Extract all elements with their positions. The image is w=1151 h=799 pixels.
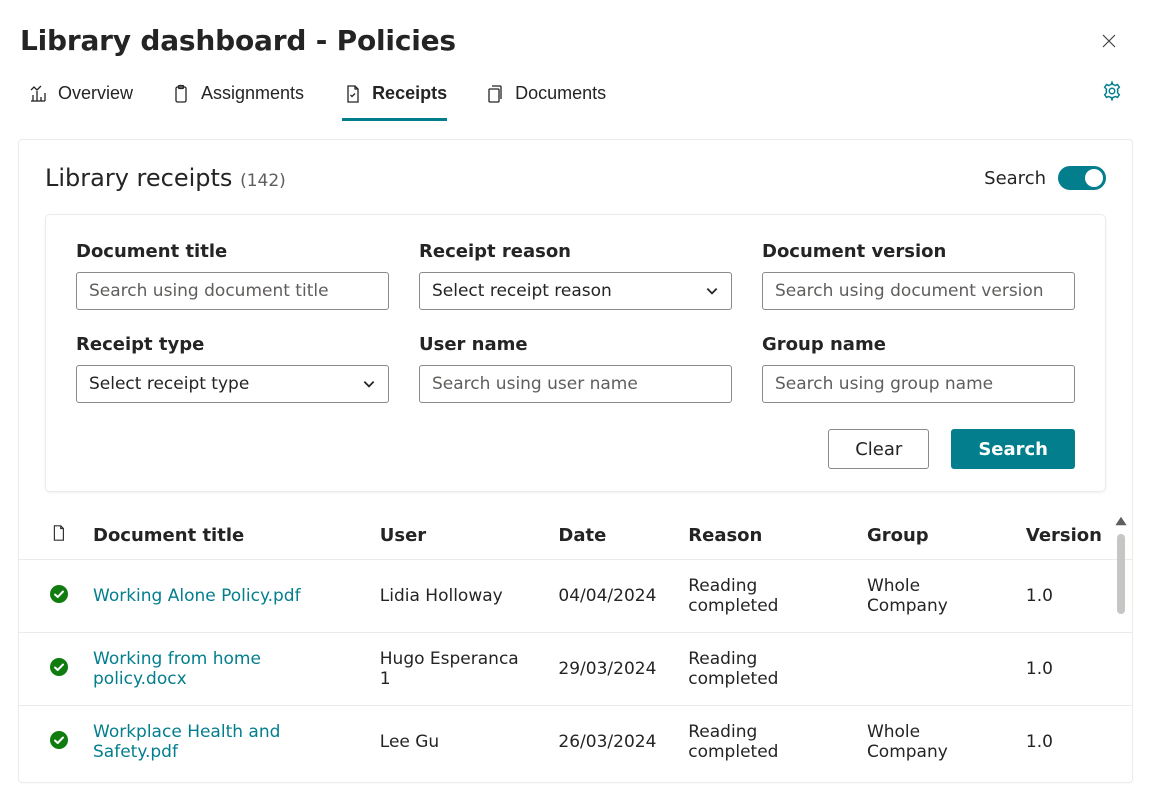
document-icon xyxy=(49,524,67,542)
tab-documents[interactable]: Documents xyxy=(485,83,606,121)
scroll-up-icon xyxy=(1114,514,1128,528)
close-icon xyxy=(1101,33,1117,49)
document-link[interactable]: Workplace Health and Safety.pdf xyxy=(93,722,280,762)
receipt-type-select[interactable]: Select receipt type xyxy=(76,365,389,403)
tab-overview[interactable]: Overview xyxy=(28,83,133,121)
receipt-reason-select[interactable]: Select receipt reason xyxy=(419,272,732,310)
cell-reason: Reading completed xyxy=(676,560,855,633)
cell-user: Lee Gu xyxy=(368,706,547,775)
chevron-down-icon xyxy=(705,284,719,298)
gear-icon xyxy=(1101,80,1123,102)
column-header-user[interactable]: User xyxy=(368,514,547,560)
column-header-status[interactable] xyxy=(19,514,81,560)
chevron-down-icon xyxy=(362,377,376,391)
status-complete-icon xyxy=(49,584,69,604)
user-name-label: User name xyxy=(419,334,732,355)
document-version-label: Document version xyxy=(762,241,1075,262)
cell-reason: Reading completed xyxy=(676,633,855,706)
panel-title: Library receipts (142) xyxy=(45,164,286,192)
column-header-group[interactable]: Group xyxy=(855,514,1014,560)
table-row[interactable]: Workplace Health and Safety.pdf Lee Gu26/… xyxy=(19,706,1132,775)
scrollbar-thumb[interactable] xyxy=(1117,534,1125,614)
cell-date: 26/03/2024 xyxy=(546,706,676,775)
tab-bar: Overview Assignments Receipts Documents xyxy=(28,83,606,121)
documents-icon xyxy=(485,84,505,104)
clipboard-icon xyxy=(171,84,191,104)
receipts-panel: Library receipts (142) Search Document t… xyxy=(18,139,1133,783)
search-panel: Document title Receipt reason Select rec… xyxy=(45,214,1106,492)
column-header-date[interactable]: Date xyxy=(546,514,676,560)
vertical-scrollbar[interactable] xyxy=(1114,514,1128,774)
receipt-reason-label: Receipt reason xyxy=(419,241,732,262)
search-button[interactable]: Search xyxy=(951,429,1075,469)
chart-icon xyxy=(28,84,48,104)
search-toggle-label: Search xyxy=(984,168,1046,189)
page-title: Library dashboard - Policies xyxy=(20,24,456,57)
column-header-reason[interactable]: Reason xyxy=(676,514,855,560)
column-header-document[interactable]: Document title xyxy=(81,514,368,560)
status-complete-icon xyxy=(49,657,69,677)
document-version-input[interactable] xyxy=(762,272,1075,310)
status-complete-icon xyxy=(49,730,69,750)
cell-user: Lidia Holloway xyxy=(368,560,547,633)
cell-group xyxy=(855,633,1014,706)
tab-receipts[interactable]: Receipts xyxy=(342,83,447,121)
group-name-input[interactable] xyxy=(762,365,1075,403)
cell-group: Whole Company xyxy=(855,560,1014,633)
clear-button[interactable]: Clear xyxy=(828,429,929,469)
document-title-input[interactable] xyxy=(76,272,389,310)
cell-reason: Reading completed xyxy=(676,706,855,775)
tab-label: Documents xyxy=(515,83,606,104)
table-row[interactable]: Working Alone Policy.pdf Lidia Holloway04… xyxy=(19,560,1132,633)
receipt-type-label: Receipt type xyxy=(76,334,389,355)
table-row[interactable]: Working from home policy.docx Hugo Espera… xyxy=(19,633,1132,706)
cell-date: 29/03/2024 xyxy=(546,633,676,706)
receipts-table-wrap: Document title User Date Reason Group Ve… xyxy=(19,514,1132,774)
cell-date: 04/04/2024 xyxy=(546,560,676,633)
document-link[interactable]: Working Alone Policy.pdf xyxy=(93,586,301,606)
tab-label: Assignments xyxy=(201,83,304,104)
tab-label: Overview xyxy=(58,83,133,104)
receipt-count: (142) xyxy=(240,171,286,191)
search-toggle[interactable] xyxy=(1058,166,1106,190)
document-link[interactable]: Working from home policy.docx xyxy=(93,649,261,689)
group-name-label: Group name xyxy=(762,334,1075,355)
cell-user: Hugo Esperanca 1 xyxy=(368,633,547,706)
close-button[interactable] xyxy=(1093,25,1125,57)
settings-button[interactable] xyxy=(1097,76,1127,109)
receipt-icon xyxy=(342,84,362,104)
user-name-input[interactable] xyxy=(419,365,732,403)
receipts-table: Document title User Date Reason Group Ve… xyxy=(19,514,1132,774)
tab-assignments[interactable]: Assignments xyxy=(171,83,304,121)
cell-group: Whole Company xyxy=(855,706,1014,775)
tab-label: Receipts xyxy=(372,83,447,104)
document-title-label: Document title xyxy=(76,241,389,262)
